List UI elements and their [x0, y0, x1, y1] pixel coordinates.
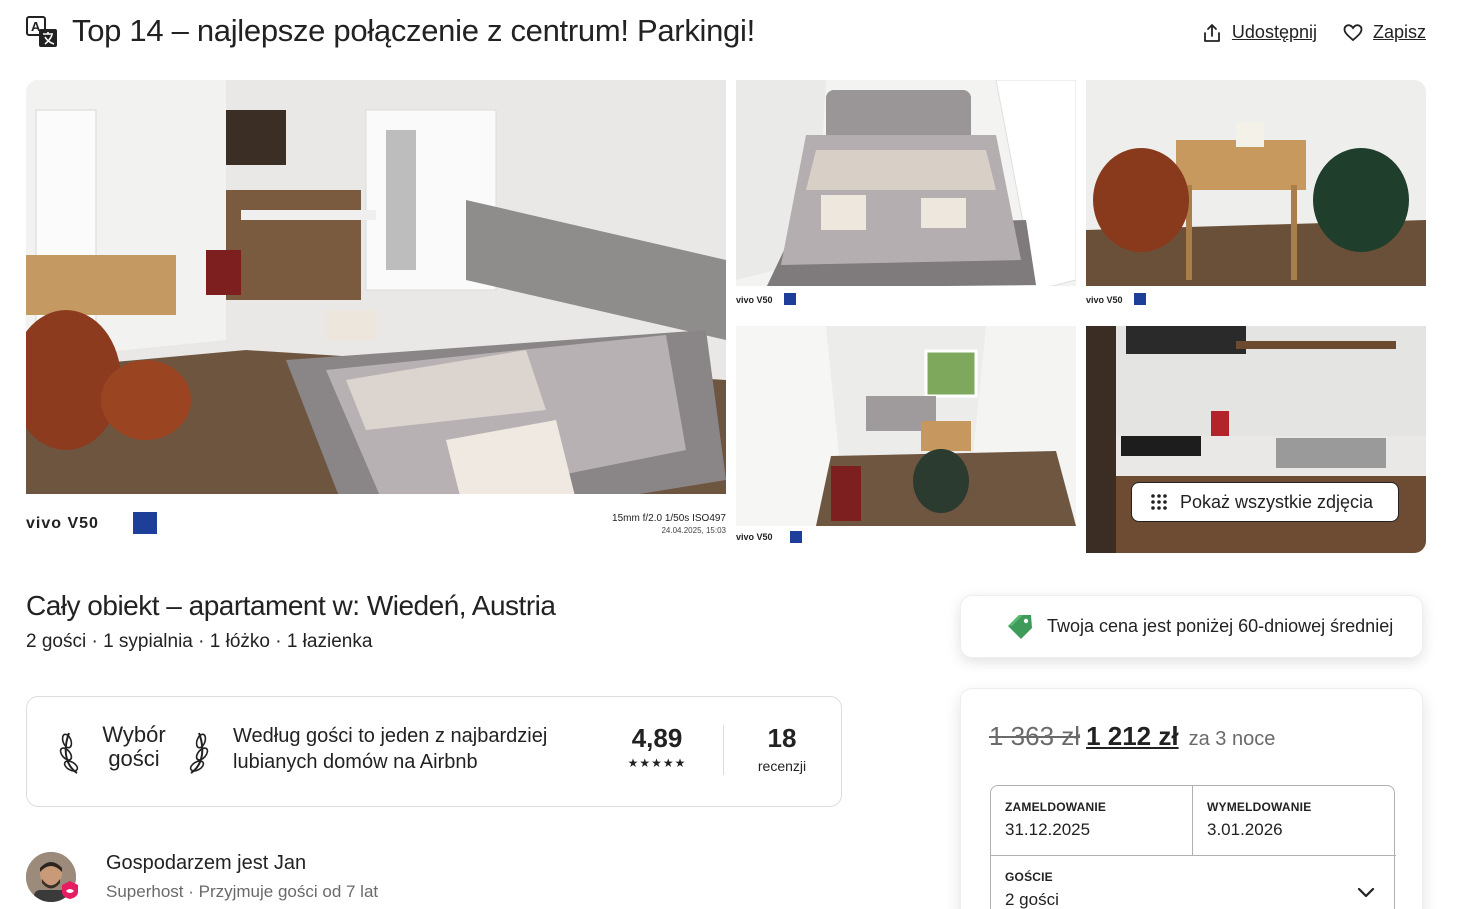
photo-exif: 15mm f/2.0 1/50s ISO497: [612, 513, 726, 524]
divider: [723, 725, 724, 775]
reviews-label: recenzji: [757, 758, 807, 774]
checkin-value: 31.12.2025: [1005, 820, 1091, 839]
page-title: Top 14 – najlepsze połączenie z centrum!…: [72, 13, 755, 48]
photo-camera-stamp: vivo V50: [26, 515, 99, 532]
header-actions: Udostępnij Zapisz: [1202, 22, 1426, 43]
rating-block: 4,89 ★★★★★: [607, 723, 707, 770]
share-icon: [1204, 23, 1220, 42]
laurel-right-icon: [189, 732, 209, 774]
host-name: Gospodarzem jest Jan: [106, 852, 307, 874]
price-tag-icon: [1008, 614, 1032, 639]
translate-icon[interactable]: A: [26, 16, 58, 48]
grid-dots-icon: [1151, 494, 1167, 510]
laurel-left-icon: [59, 732, 79, 774]
zeiss-logo-icon: [1134, 293, 1146, 305]
photo-dining-table[interactable]: vivo V50: [1086, 80, 1426, 311]
rating-stars: ★★★★★: [627, 756, 687, 770]
zeiss-logo-icon: [133, 512, 157, 534]
save-button[interactable]: Zapisz: [1343, 22, 1426, 43]
zeiss-logo-icon: [784, 293, 796, 305]
booking-card: 1 363 zł 1 212 zł za 3 noce ZAMELDOWANIE…: [960, 688, 1423, 909]
old-price: 1 363 zł: [989, 721, 1081, 751]
price-note-text: Twoja cena jest poniżej 60-dniowej średn…: [1047, 616, 1394, 636]
show-all-photos-button[interactable]: Pokaż wszystkie zdjęcia: [1131, 482, 1399, 522]
listing-title: Cały obiekt – apartament w: Wiedeń, Aust…: [26, 590, 556, 621]
guest-favorite-description: Według gości to jeden z najbardziej lubi…: [233, 725, 548, 773]
superhost-badge-icon: [62, 881, 78, 899]
booking-form: ZAMELDOWANIE 31.12.2025 WYMELDOWANIE 3.0…: [990, 785, 1396, 909]
rating-value: 4,89: [631, 723, 683, 753]
photo-camera-stamp: vivo V50: [1086, 295, 1123, 305]
price-row: 1 363 zł 1 212 zł za 3 noce: [989, 721, 1275, 752]
guest-favorite-card[interactable]: Wybór gości Według gości to jeden z najb…: [26, 696, 842, 807]
photo-bed-top[interactable]: vivo V50: [736, 80, 1076, 311]
checkout-label: WYMELDOWANIE: [1207, 800, 1312, 814]
guest-favorite-label: Wybór gości: [102, 722, 166, 771]
photo-main-bedroom[interactable]: vivo V50 15mm f/2.0 1/50s ISO497 24.04.2…: [26, 80, 726, 553]
chevron-down-icon: [1357, 887, 1375, 898]
heart-icon: [1343, 23, 1363, 41]
reviews-count: 18: [767, 723, 797, 753]
zeiss-logo-icon: [790, 531, 802, 543]
price-note-card: Twoja cena jest poniżej 60-dniowej średn…: [960, 595, 1423, 658]
photo-camera-stamp: vivo V50: [736, 295, 773, 305]
listing-header: A Top 14 – najlepsze połączenie z centru…: [26, 12, 1426, 56]
guests-label: GOŚCIE: [1005, 870, 1053, 884]
checkout-value: 3.01.2026: [1207, 820, 1283, 839]
guests-value: 2 gości: [1005, 890, 1059, 909]
new-price[interactable]: 1 212 zł: [1086, 721, 1179, 752]
photo-date: 24.04.2025, 15:03: [661, 526, 726, 535]
checkin-label: ZAMELDOWANIE: [1005, 800, 1107, 814]
host-section: Gospodarzem jest Jan Superhost · Przyjmu…: [26, 852, 526, 909]
host-subtitle: Superhost · Przyjmuje gości od 7 lat: [106, 882, 379, 901]
guests-select[interactable]: GOŚCIE 2 gości: [991, 856, 1396, 909]
listing-details: 2 gości · 1 sypialnia · 1 łóżko · 1 łazi…: [26, 631, 373, 652]
share-label: Udostępnij: [1231, 22, 1317, 42]
reviews-block[interactable]: 18 recenzji: [737, 723, 827, 774]
share-button[interactable]: Udostępnij: [1202, 22, 1317, 43]
save-label: Zapisz: [1372, 22, 1426, 42]
photo-room-view[interactable]: vivo V50: [736, 326, 1076, 553]
guest-favorite-badge: Wybór gości: [59, 723, 209, 779]
checkout-field[interactable]: WYMELDOWANIE 3.01.2026: [1193, 786, 1396, 856]
checkin-field[interactable]: ZAMELDOWANIE 31.12.2025: [991, 786, 1193, 856]
show-all-label: Pokaż wszystkie zdjęcia: [1180, 491, 1374, 512]
photo-camera-stamp: vivo V50: [736, 532, 773, 542]
nights-label: za 3 noce: [1188, 728, 1276, 750]
photo-gallery: vivo V50 15mm f/2.0 1/50s ISO497 24.04.2…: [26, 80, 1426, 553]
